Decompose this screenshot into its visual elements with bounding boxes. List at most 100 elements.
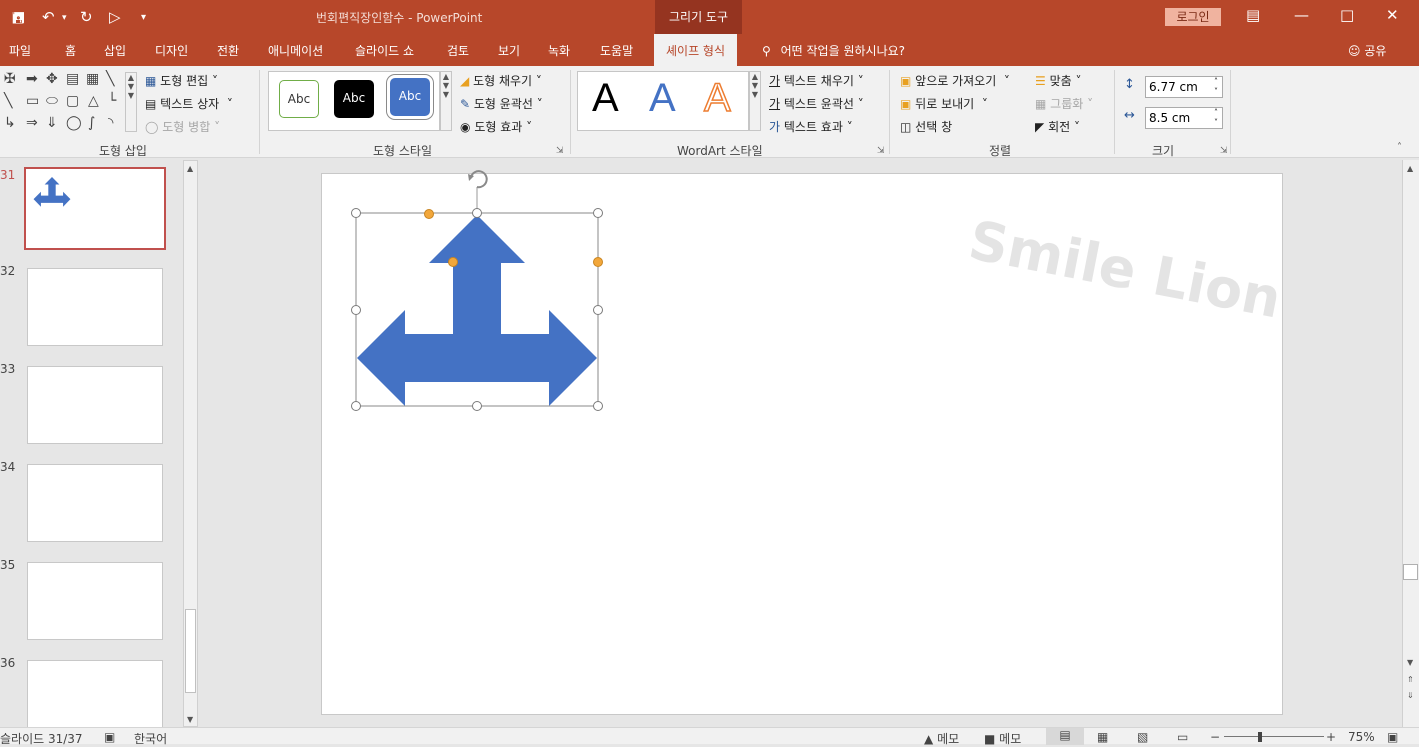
wordart-scroll[interactable]: ▲ ▼ ▼ [749,71,761,131]
wordart-style-blue[interactable]: A [649,76,676,121]
shape-rounded-rect-icon[interactable]: ▢ [66,93,79,109]
minimize-icon[interactable]: — [1294,6,1309,24]
shape-elbow-icon[interactable]: └ [108,93,116,109]
ribbon-display-icon[interactable]: ▤ [1246,6,1260,24]
send-backward-button[interactable]: ▣ 뒤로 보내기 ˅ [900,95,988,112]
present-icon[interactable]: ▷ [109,8,121,26]
scroll-down-icon[interactable]: ▼ [187,715,193,724]
normal-view-icon[interactable]: ▤ [1046,728,1084,745]
customize-icon[interactable]: ▾ [141,12,146,23]
wordart-style-black[interactable]: A [592,76,619,121]
wordart-launcher-icon[interactable]: ⇲ [877,146,885,156]
text-effects-button[interactable]: 가 텍스트 효과 ˅ [769,118,853,135]
share-button[interactable]: ☺ 공유 [1348,42,1386,59]
shape-rectangle-icon[interactable]: ▭ [26,93,39,109]
tab-shape-format[interactable]: 셰이프 형식 [654,34,738,66]
zoom-slider-thumb[interactable] [1258,732,1262,742]
shape-outline-button[interactable]: ✎ 도형 윤곽선 ˅ [460,95,543,112]
tab-view[interactable]: 보기 [498,42,520,59]
bring-forward-button[interactable]: ▣ 앞으로 가져오기 ˅ [900,72,1010,89]
text-outline-button[interactable]: 가 텍스트 윤곽선 ˅ [769,95,864,112]
tab-insert[interactable]: 삽입 [104,42,126,59]
slide-thumbnail[interactable] [27,268,163,346]
shape-right-arrow-icon[interactable]: ⇒ [26,115,38,131]
maximize-icon[interactable]: □ [1340,6,1354,24]
text-box-button[interactable]: ▤ 텍스트 상자 ˅ [145,95,233,112]
shape-arrows-icon[interactable]: ✠ [4,71,16,87]
tell-me-search[interactable]: ⚲ 어떤 작업을 원하시나요? [762,42,905,59]
shape-triangle-icon[interactable]: △ [88,93,99,109]
slide-sorter-icon[interactable]: ▦ [1097,730,1108,744]
zoom-out-icon[interactable]: − [1210,730,1220,744]
shape-styles-launcher-icon[interactable]: ⇲ [556,146,564,156]
zoom-in-icon[interactable]: + [1326,730,1336,744]
shapes-gallery[interactable]: ✠ ➡ ✥ ▤ ▦ ╲ ╲ ▭ ⬭ ▢ △ └ ↳ ⇒ ⇓ ◯ ∫ ◝ [2,71,126,135]
shape-style-blue[interactable]: Abc [390,78,430,116]
tab-design[interactable]: 디자인 [155,42,188,59]
scroll-up-icon[interactable]: ▲ [1407,164,1413,173]
next-slide-icon[interactable]: ⇓ [1407,691,1414,700]
scroll-down-icon[interactable]: ▼ [1407,658,1413,667]
text-fill-button[interactable]: 가 텍스트 채우기 ˅ [769,72,864,89]
comments-button[interactable]: ■ 메모 [984,730,1021,747]
shape-pentagon-arrow-icon[interactable]: ➡ [26,71,38,87]
close-icon[interactable]: ✕ [1386,6,1399,24]
login-button[interactable]: 로그인 [1165,8,1221,26]
tab-transitions[interactable]: 전환 [217,42,239,59]
wordart-style-orange-outline[interactable]: A [703,75,731,121]
selection-pane-button[interactable]: ◫ 선택 창 [900,118,952,135]
editor-scroll-thumb[interactable] [1403,564,1418,580]
reading-view-icon[interactable]: ▧ [1137,730,1148,744]
tab-home[interactable]: 홈 [65,42,76,59]
rotate-button[interactable]: ◤ 회전 ˅ [1035,118,1080,135]
shapes-gallery-scroll[interactable]: ▲ ▼ ▼ [125,72,137,132]
shape-styles-scroll[interactable]: ▲ ▼ ▼ [440,71,452,131]
shape-styles-gallery[interactable]: Abc Abc Abc [268,71,440,131]
shape-textbox-icon[interactable]: ▤ [66,71,79,87]
redo-icon[interactable]: ↻ [80,8,93,26]
shape-vtextbox-icon[interactable]: ▦ [86,71,99,87]
tab-slideshow[interactable]: 슬라이드 쇼 [355,42,414,59]
slide-thumbnail[interactable] [27,562,163,640]
shape-oval-icon[interactable]: ⬭ [46,93,58,109]
fit-to-window-icon[interactable]: ▣ [1387,730,1398,744]
shape-fill-button[interactable]: ◢ 도형 채우기 ˅ [460,72,542,89]
language-indicator[interactable]: 한국어 [134,730,167,747]
spellcheck-icon[interactable]: ▣ [104,730,115,744]
shape-callout-icon[interactable]: ◯ [66,115,82,131]
save-icon[interactable]: 🖪 [12,8,25,33]
zoom-level[interactable]: 75% [1348,730,1375,744]
pane-splitter[interactable] [198,160,203,727]
editor-scrollbar[interactable]: ▲ ▼ ⇑ ⇓ [1402,160,1419,727]
height-spinner-icon[interactable]: ˄ ˅ [1214,77,1218,97]
group-button[interactable]: ▦ 그룹화 ˅ [1035,95,1093,112]
scroll-up-icon[interactable]: ▲ [187,164,193,173]
shape-freeform-icon[interactable]: ∫ [88,115,95,131]
shape-down-arrow-icon[interactable]: ⇓ [46,115,58,131]
slide-thumbnail[interactable] [27,464,163,542]
merge-shapes-button[interactable]: ◯ 도형 병합 ˅ [145,118,220,135]
slideshow-view-icon[interactable]: ▭ [1177,730,1188,744]
shape-line-icon[interactable]: ╲ [106,71,114,87]
thumbnails-scroll-thumb[interactable] [185,609,196,693]
shape-quad-arrow-icon[interactable]: ✥ [46,71,58,87]
tab-help[interactable]: 도움말 [600,42,633,59]
shape-style-outline[interactable]: Abc [279,80,319,118]
tab-animations[interactable]: 애니메이션 [268,42,323,59]
tab-file[interactable]: 파일 [9,42,31,59]
shape-connector-icon[interactable]: ↳ [4,115,16,131]
tab-review[interactable]: 검토 [447,42,469,59]
notes-button[interactable]: ▲ 메모 [924,730,959,747]
shape-height-field[interactable]: 6.77 cm ˄ ˅ [1145,76,1223,98]
wordart-gallery[interactable]: A A A [577,71,749,131]
shape-diagonal-line-icon[interactable]: ╲ [4,93,12,109]
shape-width-field[interactable]: 8.5 cm ˄ ˅ [1145,107,1223,129]
tab-record[interactable]: 녹화 [548,42,570,59]
undo-icon[interactable]: ↶ [42,8,55,26]
shape-effects-button[interactable]: ◉ 도형 효과 ˅ [460,118,532,135]
edit-shape-button[interactable]: ▦ 도형 편집 ˅ [145,72,218,89]
size-launcher-icon[interactable]: ⇲ [1220,146,1228,156]
shape-arc-icon[interactable]: ◝ [108,115,113,131]
slide-thumbnail-selected[interactable] [24,167,166,250]
thumbnails-scrollbar[interactable]: ▲ ▼ [183,160,198,727]
